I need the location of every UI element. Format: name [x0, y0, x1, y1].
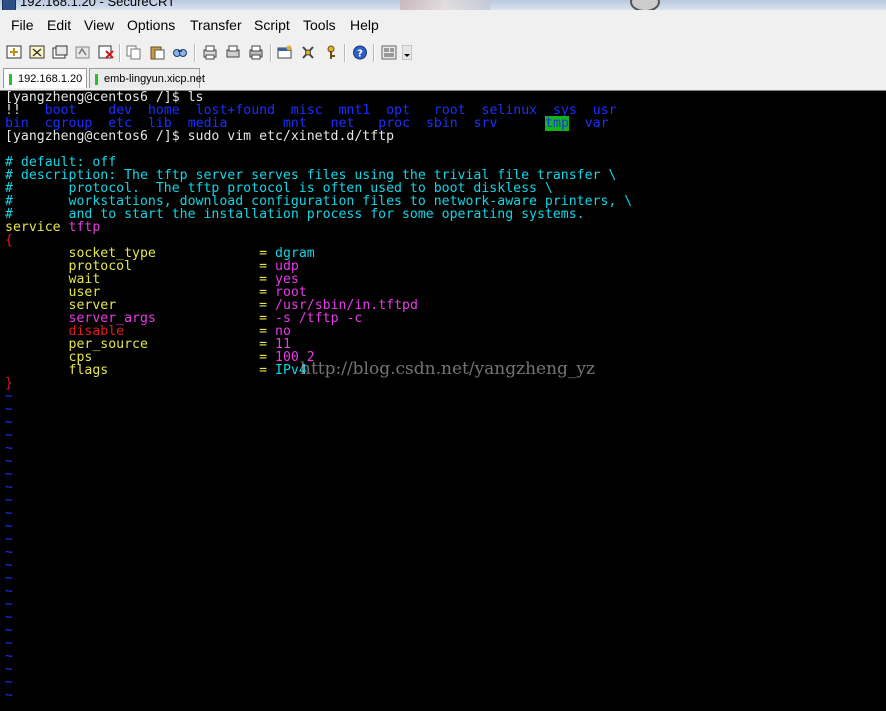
menu-help[interactable]: Help	[350, 17, 379, 33]
global-options-icon[interactable]	[299, 44, 317, 61]
toolbar: ?	[0, 40, 886, 67]
connected-status-icon	[9, 74, 12, 85]
ls-entry: var	[584, 116, 609, 131]
toolbar-separator	[194, 44, 196, 62]
connect-icon[interactable]	[5, 44, 23, 61]
dropdown-arrow-icon[interactable]	[401, 44, 413, 61]
watermark: http://blog.csdn.net/yangzheng_yz	[300, 359, 595, 379]
find-icon[interactable]	[171, 44, 189, 61]
shell-prompt-vim: [yangzheng@centos6 /]$ sudo vim etc/xine…	[5, 129, 395, 144]
config-equals: =	[259, 363, 268, 378]
menu-edit[interactable]: Edit	[47, 17, 71, 33]
print-icon[interactable]	[224, 44, 242, 61]
title-bar: 192.168.1.20 - SecureCRT	[0, 0, 886, 10]
ls-entry: srv	[473, 116, 498, 131]
menu-bar: File Edit View Options Transfer Script T…	[0, 10, 886, 40]
menu-transfer[interactable]: Transfer	[190, 17, 242, 33]
menu-tools[interactable]: Tools	[303, 17, 336, 33]
quick-connect-icon[interactable]	[28, 44, 46, 61]
title-bar-region	[400, 0, 490, 10]
menu-view[interactable]: View	[84, 17, 114, 33]
tab-emb-lingyun[interactable]: emb-lingyun.xicp.net	[89, 68, 205, 88]
menu-options[interactable]: Options	[127, 17, 175, 33]
session-tab-bar: 192.168.1.20 emb-lingyun.xicp.net	[0, 66, 886, 90]
svg-text:?: ?	[357, 49, 363, 60]
vim-empty-line-tilde: ~	[5, 688, 13, 703]
menu-file[interactable]: File	[11, 17, 34, 33]
toolbar-separator	[119, 44, 121, 62]
menu-script[interactable]: Script	[254, 17, 290, 33]
terminal-area[interactable]: [yangzheng@centos6 /]$ ls !! boot dev ho…	[0, 90, 886, 711]
help-icon[interactable]: ?	[351, 44, 369, 61]
tab-label: emb-lingyun.xicp.net	[104, 72, 205, 85]
tab-label: 192.168.1.20	[18, 72, 83, 85]
tile-icon[interactable]	[380, 44, 398, 61]
config-key: flags	[68, 363, 109, 378]
securecrt-app-icon[interactable]	[2, 0, 16, 10]
tab-192-168-1-20[interactable]: 192.168.1.20	[3, 68, 87, 88]
keymap-icon[interactable]	[322, 44, 340, 61]
toolbar-separator	[373, 44, 375, 62]
reconnect-icon[interactable]	[74, 44, 92, 61]
toolbar-separator	[270, 44, 272, 62]
window-control-icon[interactable]	[630, 0, 660, 10]
toolbar-separator	[344, 44, 346, 62]
connected-status-icon	[95, 74, 98, 85]
window-title: 192.168.1.20 - SecureCRT	[20, 0, 176, 9]
paste-icon[interactable]	[148, 44, 166, 61]
disconnect-icon[interactable]	[97, 44, 115, 61]
service-keyword: service	[5, 220, 61, 235]
copy-icon[interactable]	[125, 44, 143, 61]
session-options-icon[interactable]	[276, 44, 294, 61]
service-name: tftp	[68, 220, 101, 235]
connect-tab-icon[interactable]	[51, 44, 69, 61]
ls-entry: sbin	[425, 116, 458, 131]
print-selection-icon[interactable]	[247, 44, 265, 61]
print-setup-icon[interactable]	[201, 44, 219, 61]
ls-entry-tmp: tmp	[545, 116, 569, 131]
config-line: flags = IPv4	[5, 364, 307, 377]
service-declaration: service tftp	[5, 221, 100, 234]
